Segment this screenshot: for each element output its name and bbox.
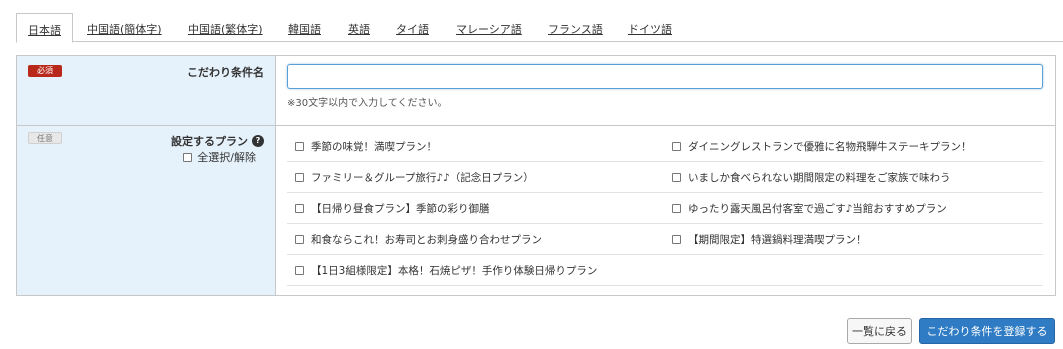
plan-field-label-text: 設定するプラン <box>171 135 248 148</box>
plan-item[interactable]: 【日帰り昼食プラン】季節の彩り御膳 <box>295 193 490 224</box>
plan-list-row: 季節の味覚！満喫プラン！ ダイニングレストランで優雅に名物飛騨牛ステーキプラン！ <box>287 131 1043 162</box>
plan-item[interactable]: ダイニングレストランで優雅に名物飛騨牛ステーキプラン！ <box>672 131 972 162</box>
select-all-label: 全選択/解除 <box>197 151 256 164</box>
name-label-cell: 必須 こだわり条件名 <box>17 56 276 125</box>
plan-list-row: ファミリー＆グループ旅行♪♪（記念日プラン） いましか食べられない期間限定の料理… <box>287 162 1043 193</box>
plan-checkbox[interactable] <box>295 266 304 275</box>
plan-checkbox[interactable] <box>672 173 681 182</box>
condition-form: 必須 こだわり条件名 ※30文字以内で入力してください。 任意 設定するプラン … <box>16 55 1056 296</box>
plan-list-row: 【1日3組様限定】本格！石焼ピザ！手作り体験日帰りプラン <box>287 255 1043 286</box>
plan-label: 和食ならこれ！お寿司とお刺身盛り合わせプラン <box>311 234 542 246</box>
plan-row: 任意 設定するプラン ? 全選択/解除 季節の味覚！満喫プラン！ ダイニングレス… <box>17 126 1055 295</box>
plan-item[interactable]: 【期間限定】特選鍋料理満喫プラン！ <box>672 224 867 255</box>
plan-checkbox[interactable] <box>295 204 304 213</box>
help-icon[interactable]: ? <box>252 135 264 147</box>
required-badge: 必須 <box>28 65 62 77</box>
select-all-toggle[interactable]: 全選択/解除 <box>183 149 256 165</box>
plan-checkbox[interactable] <box>672 142 681 151</box>
name-hint: ※30文字以内で入力してください。 <box>287 98 448 109</box>
tab-japanese[interactable]: 日本語 <box>16 13 73 43</box>
name-value-cell: ※30文字以内で入力してください。 <box>277 56 1055 125</box>
plan-list-row: 和食ならこれ！お寿司とお刺身盛り合わせプラン 【期間限定】特選鍋料理満喫プラン！ <box>287 224 1043 255</box>
select-all-checkbox[interactable] <box>183 152 193 162</box>
name-field-label: こだわり条件名 <box>187 66 264 79</box>
language-tabs: 日本語 中国語(簡体字) 中国語(繁体字) 韓国語 英語 タイ語 マレーシア語 … <box>16 13 1063 43</box>
tab-english[interactable]: 英語 <box>348 13 370 42</box>
plan-label: ダイニングレストランで優雅に名物飛騨牛ステーキプラン！ <box>688 141 972 153</box>
register-condition-button[interactable]: こだわり条件を登録する <box>919 318 1055 344</box>
plan-item[interactable]: 季節の味覚！満喫プラン！ <box>295 131 437 162</box>
optional-badge: 任意 <box>28 132 62 144</box>
plan-field-label: 設定するプラン ? <box>171 133 264 149</box>
name-row: 必須 こだわり条件名 ※30文字以内で入力してください。 <box>17 56 1055 126</box>
plan-label: 季節の味覚！満喫プラン！ <box>311 141 437 153</box>
plan-label: ファミリー＆グループ旅行♪♪（記念日プラン） <box>311 172 534 184</box>
plan-list: 季節の味覚！満喫プラン！ ダイニングレストランで優雅に名物飛騨牛ステーキプラン！… <box>287 131 1043 286</box>
plan-item[interactable]: ファミリー＆グループ旅行♪♪（記念日プラン） <box>295 162 534 193</box>
tab-thai[interactable]: タイ語 <box>396 13 429 42</box>
tab-korean[interactable]: 韓国語 <box>288 13 321 42</box>
plan-checkbox[interactable] <box>672 204 681 213</box>
plan-item[interactable]: 和食ならこれ！お寿司とお刺身盛り合わせプラン <box>295 224 542 255</box>
plan-label: ゆったり露天風呂付客室で過ごす♪当館おすすめプラン <box>688 203 947 215</box>
plan-label: 【日帰り昼食プラン】季節の彩り御膳 <box>311 203 490 215</box>
tab-chinese-simplified[interactable]: 中国語(簡体字) <box>87 13 162 42</box>
tab-malay[interactable]: マレーシア語 <box>456 13 522 42</box>
condition-name-input[interactable] <box>287 64 1043 89</box>
plan-checkbox[interactable] <box>295 235 304 244</box>
plan-item[interactable]: ゆったり露天風呂付客室で過ごす♪当館おすすめプラン <box>672 193 947 224</box>
plan-value-cell: 季節の味覚！満喫プラン！ ダイニングレストランで優雅に名物飛騨牛ステーキプラン！… <box>277 126 1055 295</box>
plan-checkbox[interactable] <box>295 173 304 182</box>
plan-item[interactable]: いましか食べられない期間限定の料理をご家族で味わう <box>672 162 951 193</box>
plan-list-row: 【日帰り昼食プラン】季節の彩り御膳 ゆったり露天風呂付客室で過ごす♪当館おすすめ… <box>287 193 1043 224</box>
tab-german[interactable]: ドイツ語 <box>628 13 672 42</box>
back-to-list-button[interactable]: 一覧に戻る <box>847 318 912 344</box>
plan-checkbox[interactable] <box>672 235 681 244</box>
plan-checkbox[interactable] <box>295 142 304 151</box>
plan-label: いましか食べられない期間限定の料理をご家族で味わう <box>688 172 951 184</box>
tab-french[interactable]: フランス語 <box>548 13 603 42</box>
plan-item[interactable]: 【1日3組様限定】本格！石焼ピザ！手作り体験日帰りプラン <box>295 255 597 286</box>
plan-label-cell: 任意 設定するプラン ? 全選択/解除 <box>17 126 276 295</box>
plan-label: 【期間限定】特選鍋料理満喫プラン！ <box>688 234 867 246</box>
tab-chinese-traditional[interactable]: 中国語(繁体字) <box>188 13 263 42</box>
plan-label: 【1日3組様限定】本格！石焼ピザ！手作り体験日帰りプラン <box>311 265 598 277</box>
